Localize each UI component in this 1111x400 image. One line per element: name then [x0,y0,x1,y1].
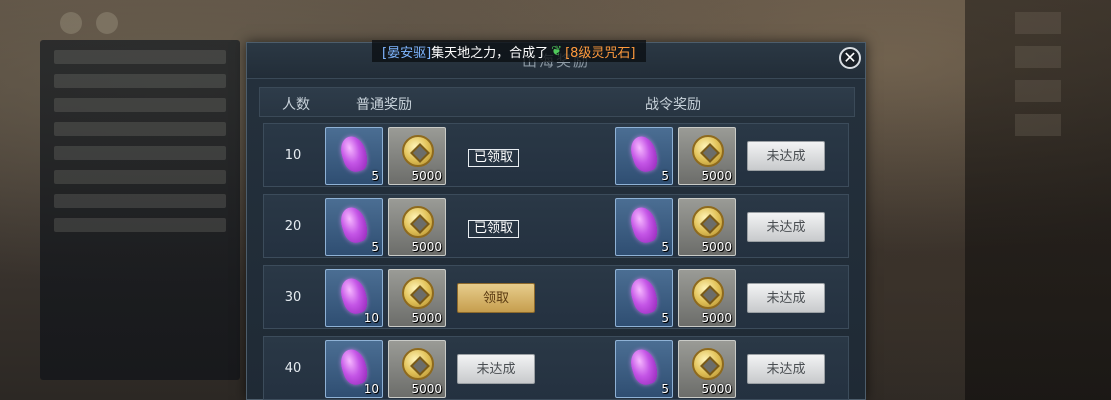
gold-coin-icon [692,206,724,238]
item-quantity: 5000 [701,169,732,183]
coin-reward-slot[interactable]: 5000 [678,269,736,327]
item-quantity: 5 [661,240,669,254]
gem-reward-slot[interactable]: 5 [325,127,383,185]
gem-reward-slot[interactable]: 5 [615,198,673,256]
coin-reward-slot[interactable]: 5000 [388,340,446,398]
item-quantity: 10 [363,311,379,325]
not-reached-button[interactable]: 未达成 [747,283,825,313]
system-chat-banner: [晏安驱] 集天地之力，合成了 ❦ [8级灵咒石] [372,40,646,62]
claimed-label: 已领取 [468,149,520,167]
gem-reward-slot[interactable]: 5 [615,269,673,327]
reward-panel: 山海奖励 ✕ 人数 普通奖励 战令奖励 10 5 5000 已领取 5 5000… [246,42,866,400]
purple-gem-icon [627,275,661,317]
reward-row: 40 10 5000 未达成 5 5000 未达成 [263,336,849,400]
purple-gem-icon [627,204,661,246]
gem-reward-slot[interactable]: 10 [325,340,383,398]
gold-coin-icon [692,348,724,380]
gold-coin-icon [402,348,434,380]
item-quantity: 5 [661,169,669,183]
coin-reward-slot[interactable]: 5000 [678,127,736,185]
column-normal-reward: 普通奖励 [356,97,412,113]
claim-button[interactable]: 领取 [457,283,535,313]
coin-reward-slot[interactable]: 5000 [678,340,736,398]
item-quantity: 10 [363,382,379,396]
green-leaf-icon: ❦ [551,43,563,59]
item-quantity: 5000 [411,240,442,254]
background-hud-icons [60,12,118,34]
people-count: 30 [284,289,302,305]
reward-row: 20 5 5000 已领取 5 5000 未达成 [263,194,849,258]
gold-coin-icon [402,206,434,238]
item-quantity: 5000 [701,240,732,254]
gem-reward-slot[interactable]: 10 [325,269,383,327]
gem-reward-slot[interactable]: 5 [325,198,383,256]
item-link[interactable]: [8级灵咒石] [565,42,635,61]
people-count: 20 [284,218,302,234]
not-reached-button[interactable]: 未达成 [747,141,825,171]
purple-gem-icon [337,133,371,175]
not-reached-button[interactable]: 未达成 [457,354,535,384]
background-side-menu [40,40,240,380]
item-quantity: 5 [661,311,669,325]
player-name[interactable]: [晏安驱] [382,42,431,61]
item-quantity: 5000 [701,311,732,325]
purple-gem-icon [627,133,661,175]
item-quantity: 5 [371,169,379,183]
gem-reward-slot[interactable]: 5 [615,340,673,398]
reward-row: 30 10 5000 领取 5 5000 未达成 [263,265,849,329]
gold-coin-icon [692,135,724,167]
gem-reward-slot[interactable]: 5 [615,127,673,185]
reward-row: 10 5 5000 已领取 5 5000 未达成 [263,123,849,187]
close-button[interactable]: ✕ [839,47,861,69]
item-quantity: 5000 [701,382,732,396]
item-quantity: 5 [661,382,669,396]
people-count: 40 [284,360,302,376]
item-quantity: 5000 [411,382,442,396]
gold-coin-icon [692,277,724,309]
item-quantity: 5000 [411,311,442,325]
banner-message: 集天地之力，合成了 [431,45,549,61]
purple-gem-icon [337,204,371,246]
background-right-menu [965,0,1111,400]
gold-coin-icon [402,277,434,309]
coin-reward-slot[interactable]: 5000 [388,269,446,327]
not-reached-button[interactable]: 未达成 [747,212,825,242]
column-header: 人数 普通奖励 战令奖励 [259,87,855,117]
gold-coin-icon [402,135,434,167]
coin-reward-slot[interactable]: 5000 [678,198,736,256]
people-count: 10 [284,147,302,163]
column-people: 人数 [282,97,310,113]
column-pass-reward: 战令奖励 [645,97,701,113]
purple-gem-icon [627,346,661,388]
coin-reward-slot[interactable]: 5000 [388,127,446,185]
coin-reward-slot[interactable]: 5000 [388,198,446,256]
not-reached-button[interactable]: 未达成 [747,354,825,384]
item-quantity: 5 [371,240,379,254]
item-quantity: 5000 [411,169,442,183]
claimed-label: 已领取 [468,220,520,238]
